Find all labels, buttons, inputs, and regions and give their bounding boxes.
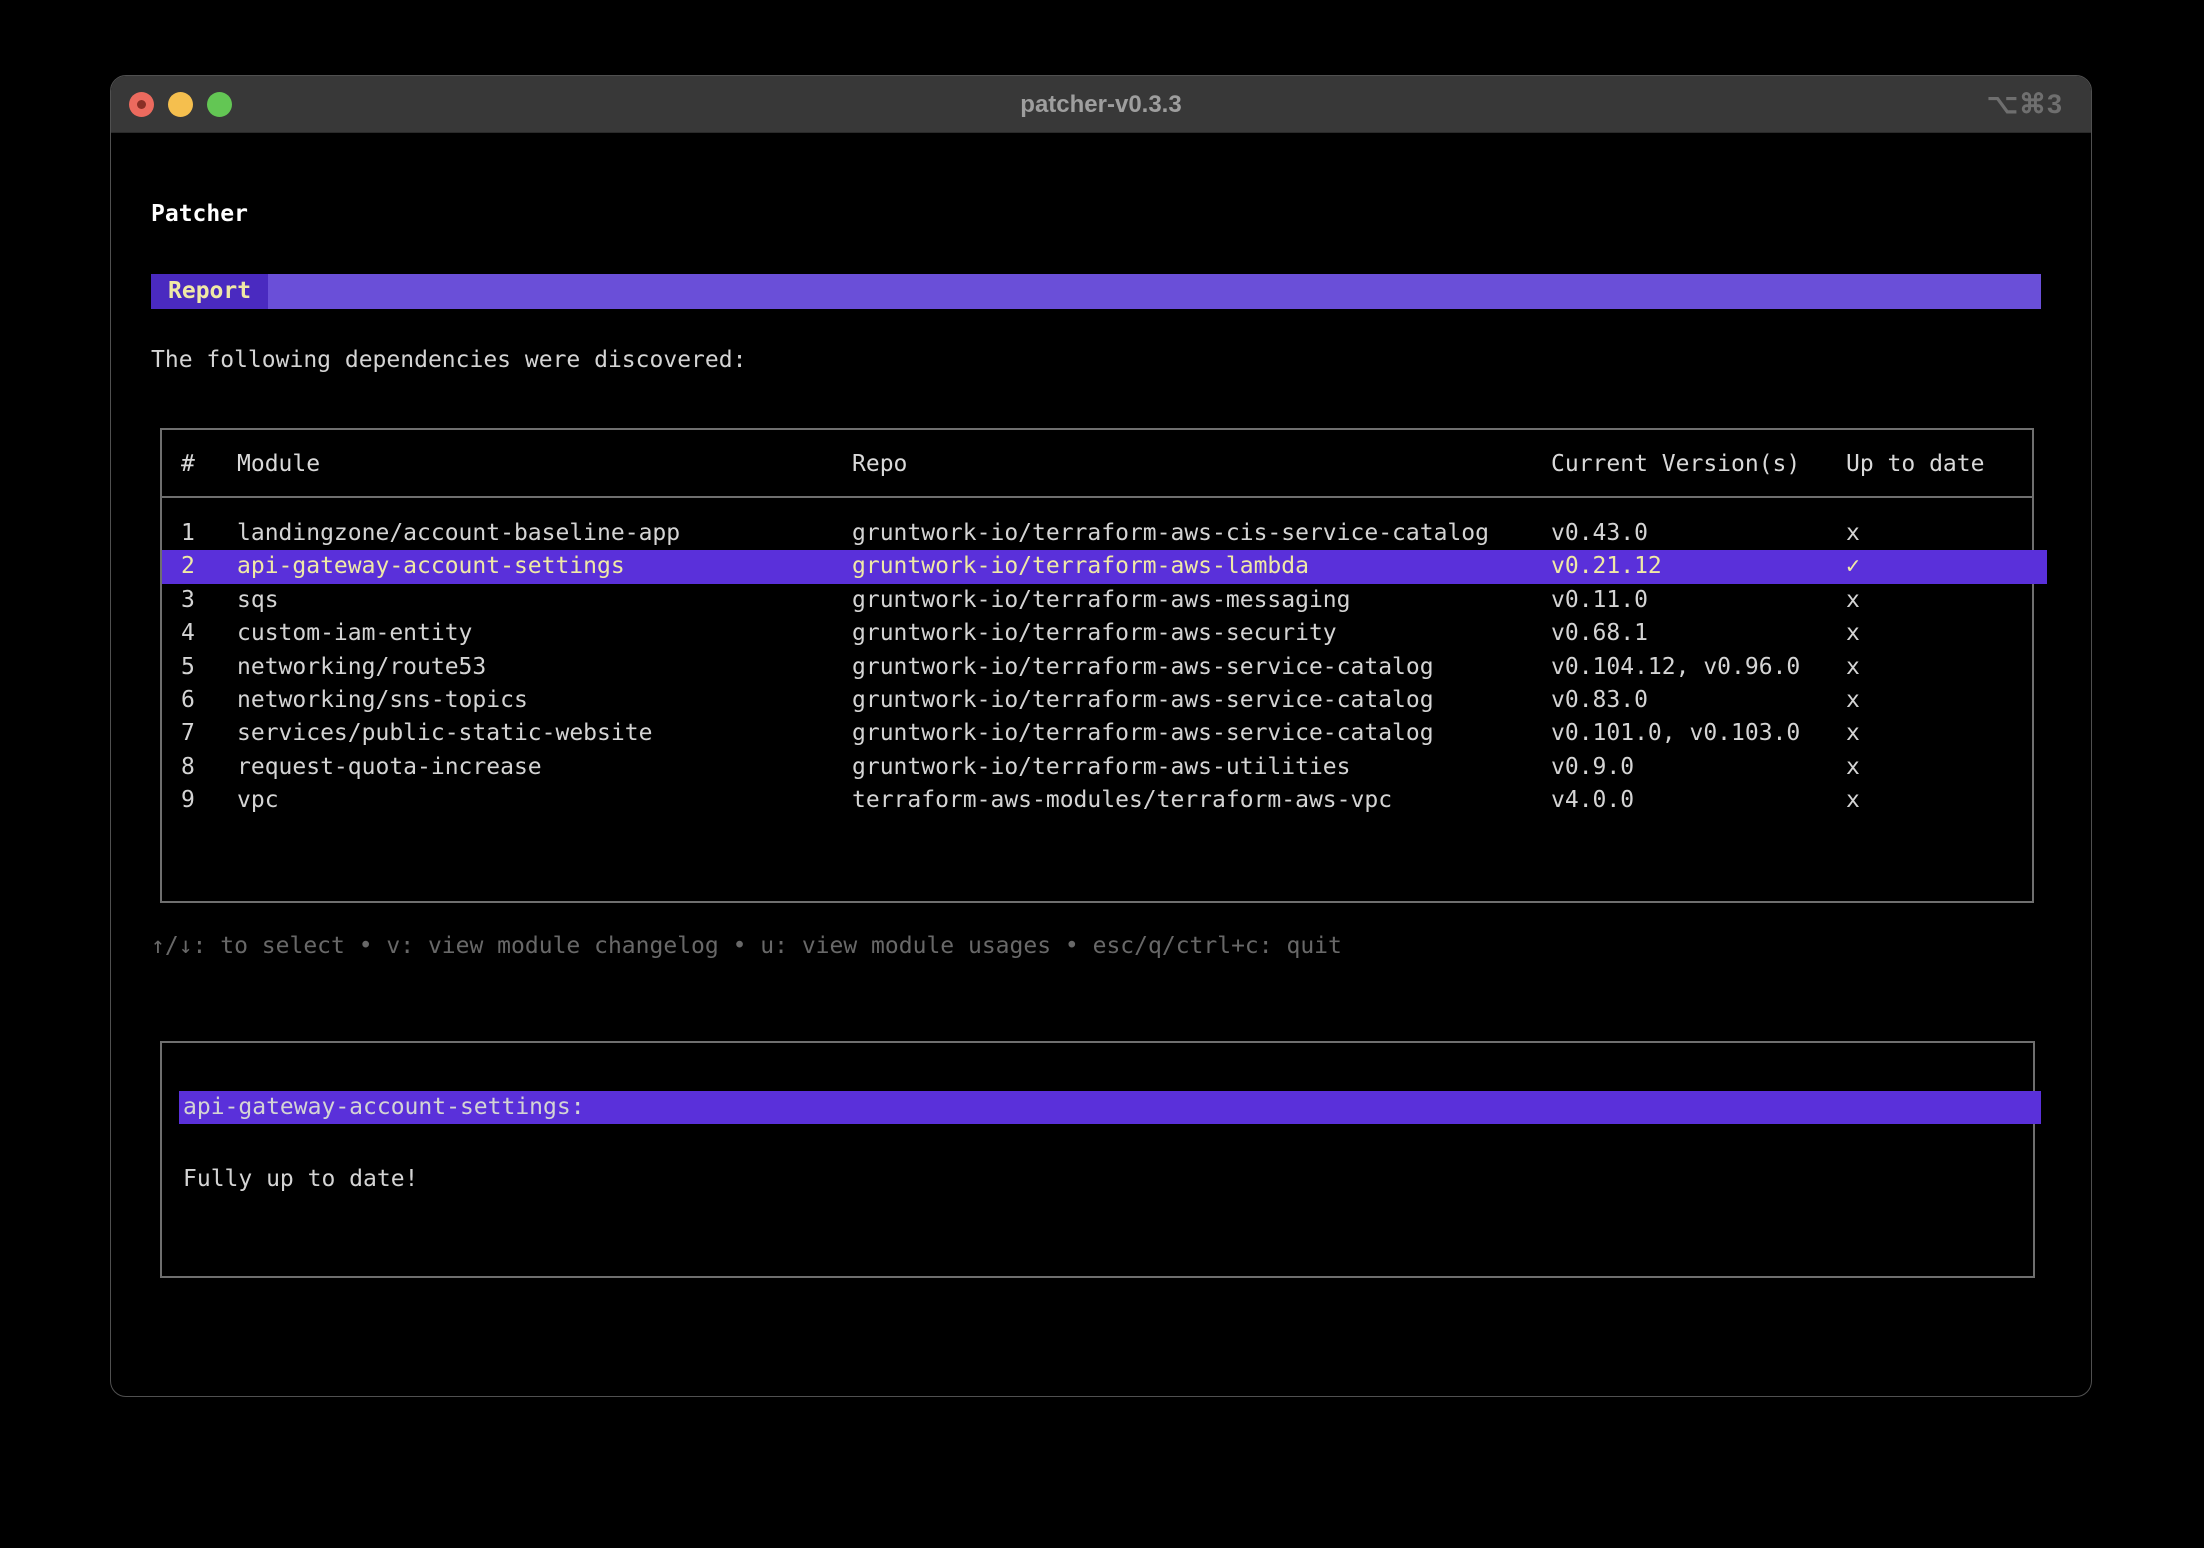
row-module: vpc	[237, 787, 279, 814]
row-status: x	[1846, 686, 1860, 713]
row-number: 3	[181, 586, 195, 613]
table-row[interactable]: 4 custom-iam-entity gruntwork-io/terrafo…	[162, 617, 2032, 650]
row-number: 2	[181, 553, 195, 580]
row-repo: terraform-aws-modules/terraform-aws-vpc	[852, 787, 1393, 814]
terminal-content: Patcher Report The following dependencie…	[111, 133, 2091, 1396]
header-module: Module	[237, 451, 321, 477]
window-shortcut-badge: ⌥⌘3	[1986, 89, 2063, 119]
dependencies-table: # Module Repo Current Version(s) Up to d…	[160, 428, 2047, 903]
table-row[interactable]: 3 sqs gruntwork-io/terraform-aws-messagi…	[162, 584, 2032, 617]
row-module: api-gateway-account-settings	[237, 553, 625, 580]
row-status: ✓	[1846, 553, 1860, 580]
table-row[interactable]: 5 networking/route53 gruntwork-io/terraf…	[162, 651, 2032, 684]
window-title: patcher-v0.3.3	[1020, 91, 1182, 118]
table-row[interactable]: 8 request-quota-increase gruntwork-io/te…	[162, 751, 2032, 784]
row-number: 9	[181, 787, 195, 814]
row-number: 6	[181, 686, 195, 713]
row-version: v0.9.0	[1551, 753, 1635, 780]
row-number: 7	[181, 720, 195, 747]
row-version: v0.43.0	[1551, 520, 1648, 546]
row-repo: gruntwork-io/terraform-aws-security	[852, 620, 1337, 647]
row-module: networking/sns-topics	[237, 686, 528, 713]
row-repo: gruntwork-io/terraform-aws-cis-service-c…	[852, 520, 1489, 546]
row-status: x	[1846, 753, 1860, 780]
row-version: v0.21.12	[1551, 553, 1662, 580]
table-header-row: # Module Repo Current Version(s) Up to d…	[162, 449, 2032, 479]
row-version: v0.101.0, v0.103.0	[1551, 720, 1801, 747]
row-module: networking/route53	[237, 653, 487, 680]
row-repo: gruntwork-io/terraform-aws-service-catal…	[852, 720, 1434, 747]
row-status: x	[1846, 787, 1860, 814]
row-module: sqs	[237, 586, 279, 613]
row-status: x	[1846, 620, 1860, 647]
row-version: v0.68.1	[1551, 620, 1648, 647]
report-bar: Report	[151, 274, 2041, 309]
detail-body-text: Fully up to date!	[183, 1166, 419, 1192]
help-bar: ↑/↓: to select • v: view module changelo…	[151, 933, 1342, 959]
row-status: x	[1846, 520, 1860, 546]
row-repo: gruntwork-io/terraform-aws-messaging	[852, 586, 1351, 613]
app-heading: Patcher	[151, 201, 248, 227]
row-number: 1	[181, 520, 195, 546]
row-version: v0.104.12, v0.96.0	[1551, 653, 1801, 680]
header-status: Up to date	[1846, 451, 1985, 477]
row-module: request-quota-increase	[237, 753, 542, 780]
row-version: v4.0.0	[1551, 787, 1635, 814]
detail-panel: api-gateway-account-settings: Fully up t…	[160, 1041, 2041, 1278]
row-module: services/public-static-website	[237, 720, 653, 747]
row-status: x	[1846, 586, 1860, 613]
row-repo: gruntwork-io/terraform-aws-utilities	[852, 753, 1351, 780]
row-repo: gruntwork-io/terraform-aws-service-catal…	[852, 686, 1434, 713]
row-repo: gruntwork-io/terraform-aws-service-catal…	[852, 653, 1434, 680]
header-separator	[162, 496, 2032, 498]
desktop-background: patcher-v0.3.3 ⌥⌘3 Patcher Report The fo…	[0, 0, 2204, 1548]
row-repo: gruntwork-io/terraform-aws-lambda	[852, 553, 1309, 580]
terminal-window: patcher-v0.3.3 ⌥⌘3 Patcher Report The fo…	[110, 75, 2092, 1397]
table-row[interactable]: 9 vpc terraform-aws-modules/terraform-aw…	[162, 784, 2032, 817]
table-row[interactable]: 6 networking/sns-topics gruntwork-io/ter…	[162, 684, 2032, 717]
table-row[interactable]: 2 api-gateway-account-settings gruntwork…	[162, 550, 2047, 584]
row-status: x	[1846, 720, 1860, 747]
tab-report[interactable]: Report	[151, 274, 269, 309]
row-module: custom-iam-entity	[237, 620, 473, 647]
row-number: 5	[181, 653, 195, 680]
table-rows: 1 landingzone/account-baseline-app grunt…	[162, 517, 2047, 818]
header-version: Current Version(s)	[1551, 451, 1801, 477]
intro-text: The following dependencies were discover…	[151, 347, 747, 373]
row-status: x	[1846, 653, 1860, 680]
row-number: 4	[181, 620, 195, 647]
row-module: landingzone/account-baseline-app	[237, 520, 681, 546]
header-repo: Repo	[852, 451, 908, 477]
row-version: v0.11.0	[1551, 586, 1648, 613]
detail-title-bar: api-gateway-account-settings:	[179, 1091, 2041, 1124]
table-row[interactable]: 7 services/public-static-website gruntwo…	[162, 717, 2032, 750]
window-titlebar[interactable]: patcher-v0.3.3 ⌥⌘3	[111, 76, 2091, 133]
row-version: v0.83.0	[1551, 686, 1648, 713]
row-number: 8	[181, 753, 195, 780]
table-row[interactable]: 1 landingzone/account-baseline-app grunt…	[162, 517, 2032, 550]
header-num: #	[181, 451, 195, 477]
